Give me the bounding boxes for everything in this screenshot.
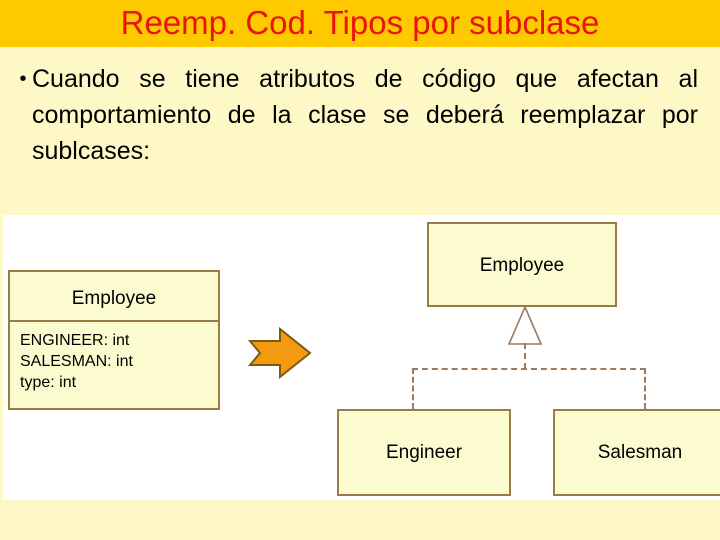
generalization-triangle-icon [507, 306, 543, 345]
uml-attribute-row: ENGINEER: int [20, 332, 130, 349]
uml-class-engineer: Engineer [337, 409, 511, 496]
slide: Reemp. Cod. Tipos por subclase • Cuando … [0, 0, 720, 540]
uml-class-name: Salesman [597, 442, 683, 463]
connector-bus [412, 368, 646, 370]
connector-stem [524, 343, 526, 369]
uml-class-name: Engineer [385, 442, 463, 463]
uml-class-name: Employee [479, 255, 565, 276]
uml-attribute-row: type: int [20, 374, 77, 391]
refactor-arrow-icon [248, 327, 312, 379]
uml-class-employee-after: Employee [427, 222, 617, 307]
uml-class-employee-before: Employee ENGINEER: int SALESMAN: int typ… [8, 270, 220, 410]
slide-title: Reemp. Cod. Tipos por subclase [120, 4, 600, 41]
body-content-area: • Cuando se tiene atributos de código qu… [0, 47, 720, 215]
bullet-marker-icon: • [19, 68, 27, 90]
title-bar: Reemp. Cod. Tipos por subclase [0, 0, 720, 47]
bullet-list-item: • Cuando se tiene atributos de código qu… [14, 61, 714, 169]
uml-attribute-row: SALESMAN: int [20, 353, 133, 370]
uml-class-name: Employee [71, 288, 157, 309]
uml-compartment-divider [10, 320, 218, 322]
uml-class-salesman: Salesman [553, 409, 720, 496]
connector-drop-engineer [412, 368, 414, 409]
uml-diagram: Employee ENGINEER: int SALESMAN: int typ… [3, 215, 720, 500]
bullet-text: Cuando se tiene atributos de código que … [32, 65, 698, 165]
connector-drop-salesman [644, 368, 646, 409]
uml-attribute-list: ENGINEER: int SALESMAN: int type: int [20, 330, 133, 393]
